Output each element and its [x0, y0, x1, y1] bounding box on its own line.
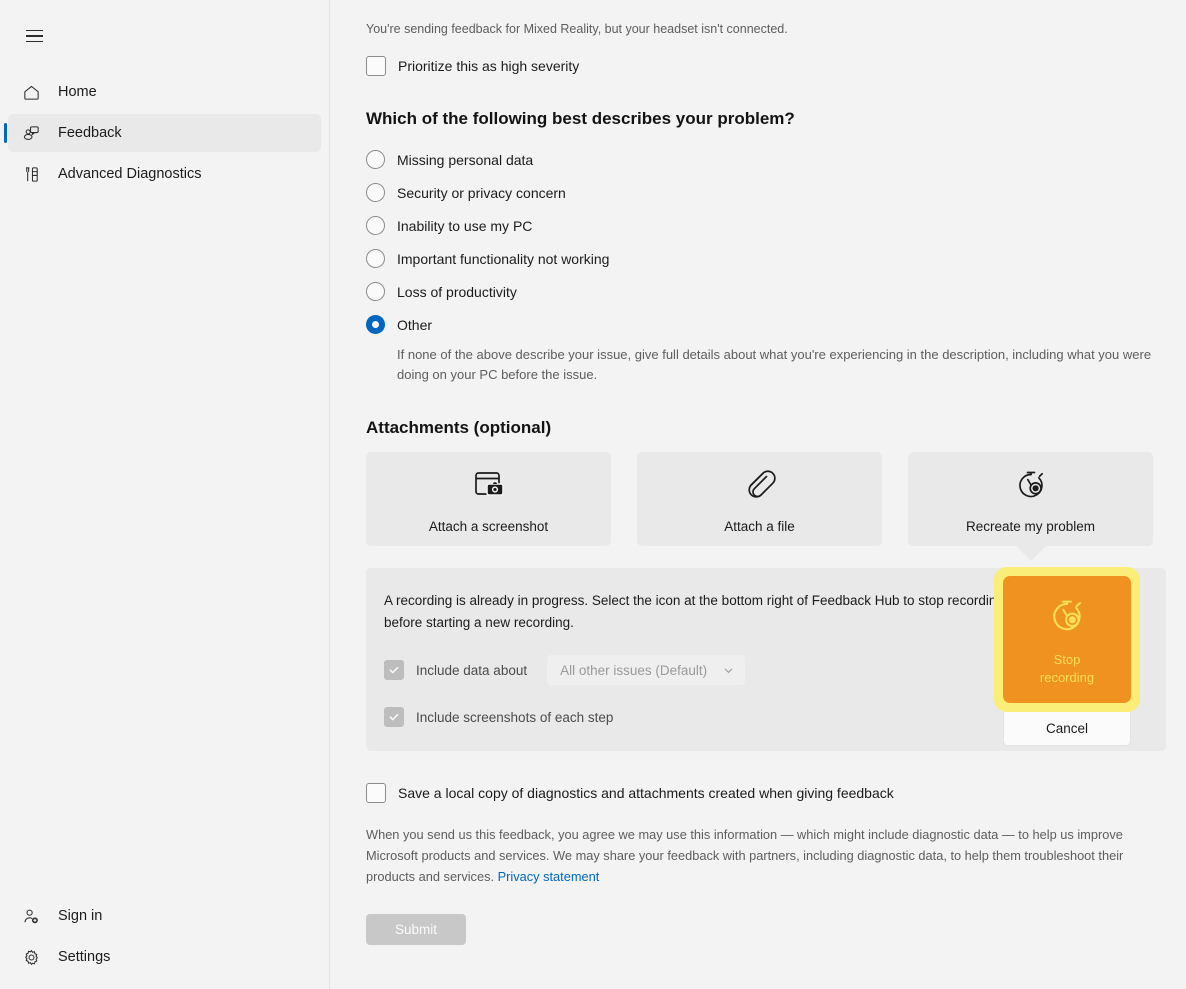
stop-recording-label: Stop recording: [1039, 651, 1095, 685]
include-data-about-dropdown[interactable]: All other issues (Default): [547, 655, 746, 686]
stopwatch-record-icon: [1044, 593, 1090, 644]
attach-file-label: Attach a file: [724, 518, 795, 534]
screenshot-camera-icon: [469, 465, 509, 510]
attachments-row: Attach a screenshot Attach a file Recrea…: [366, 452, 1186, 562]
gear-icon: [18, 948, 44, 967]
prioritize-severity-label: Prioritize this as high severity: [398, 58, 580, 74]
radio-label: Inability to use my PC: [397, 217, 533, 234]
hamburger-menu-icon[interactable]: [14, 18, 54, 54]
other-option-help-text: If none of the above describe your issue…: [397, 347, 1152, 383]
recreate-my-problem-label: Recreate my problem: [965, 518, 1096, 534]
legal-disclaimer: When you send us this feedback, you agre…: [366, 825, 1134, 887]
radio-option-functionality-not-working[interactable]: Important functionality not working: [366, 242, 1186, 275]
recording-message: A recording is already in progress. Sele…: [384, 593, 1004, 630]
cancel-button[interactable]: Cancel: [1003, 712, 1131, 746]
include-data-about-checkbox[interactable]: [384, 660, 404, 681]
radio-option-loss-of-productivity[interactable]: Loss of productivity: [366, 275, 1186, 308]
submit-button[interactable]: Submit: [366, 913, 466, 945]
cancel-label: Cancel: [1045, 721, 1089, 736]
radio-indicator[interactable]: [366, 216, 385, 235]
attach-screenshot-button[interactable]: Attach a screenshot: [366, 452, 611, 547]
radio-option-inability-to-use-pc[interactable]: Inability to use my PC: [366, 209, 1186, 242]
radio-label: Important functionality not working: [397, 250, 610, 267]
save-local-copy-checkbox[interactable]: [366, 783, 386, 804]
radio-indicator[interactable]: [366, 150, 385, 169]
include-screenshots-label: Include screenshots of each step: [416, 709, 614, 725]
diagnostics-icon: [18, 165, 44, 184]
sidebar-item-advanced-diagnostics[interactable]: Advanced Diagnostics: [8, 155, 321, 193]
legal-text: When you send us this feedback, you agre…: [366, 827, 1124, 884]
feedback-icon: [18, 124, 44, 143]
radio-label: Security or privacy concern: [397, 184, 566, 201]
sidebar-item-sign-in[interactable]: Sign in: [8, 897, 321, 935]
radio-option-security-privacy[interactable]: Security or privacy concern: [366, 176, 1186, 209]
radio-indicator[interactable]: [366, 183, 385, 202]
paperclip-icon: [740, 465, 780, 510]
sidebar-item-label: Feedback: [58, 125, 122, 141]
radio-indicator-selected[interactable]: [366, 315, 385, 334]
home-icon: [18, 83, 44, 102]
navigation-sidebar: Home Feedback Advanced Diagnostics Sign …: [0, 0, 330, 989]
sidebar-item-label: Sign in: [58, 908, 103, 924]
sidebar-item-feedback[interactable]: Feedback: [4, 114, 321, 152]
sidebar-item-label: Home: [58, 84, 97, 100]
save-local-copy-label: Save a local copy of diagnostics and att…: [398, 785, 894, 802]
sidebar-bottom-nav: Sign in Settings: [0, 894, 329, 989]
headset-notice: You're sending feedback for Mixed Realit…: [366, 22, 788, 36]
radio-label: Missing personal data: [397, 151, 534, 168]
radio-indicator[interactable]: [366, 249, 385, 268]
save-local-copy-row[interactable]: Save a local copy of diagnostics and att…: [366, 783, 1186, 804]
sidebar-item-label: Settings: [58, 949, 111, 965]
problem-section-title: Which of the following best describes yo…: [366, 109, 795, 128]
chevron-down-icon: [723, 665, 734, 676]
radio-option-other[interactable]: Other: [366, 308, 1186, 341]
sidebar-top-nav: Home Feedback Advanced Diagnostics: [0, 70, 329, 196]
attachments-section-title: Attachments (optional): [366, 418, 552, 438]
stop-recording-highlight: Stop recording: [994, 567, 1140, 712]
sidebar-item-settings[interactable]: Settings: [8, 938, 321, 976]
prioritize-severity-checkbox[interactable]: [366, 56, 386, 76]
person-add-icon: [18, 907, 44, 926]
stopwatch-record-icon: [1011, 465, 1051, 510]
prioritize-severity-row[interactable]: Prioritize this as high severity: [366, 56, 1186, 76]
recreate-my-problem-button[interactable]: Recreate my problem: [908, 452, 1153, 562]
stop-recording-flyout: Stop recording Cancel: [994, 567, 1140, 746]
include-screenshots-checkbox[interactable]: [384, 707, 404, 728]
include-data-about-label: Include data about: [416, 662, 528, 678]
dropdown-selected-value: All other issues (Default): [560, 662, 708, 678]
feedback-form-main: You're sending feedback for Mixed Realit…: [330, 0, 1186, 989]
privacy-statement-link[interactable]: Privacy statement: [498, 869, 600, 884]
radio-label: Loss of productivity: [397, 283, 517, 300]
attach-file-button[interactable]: Attach a file: [637, 452, 882, 547]
radio-indicator[interactable]: [366, 282, 385, 301]
radio-label: Other: [397, 316, 433, 333]
stop-recording-button[interactable]: Stop recording: [1003, 576, 1131, 703]
problem-radio-group: Missing personal data Security or privac…: [366, 143, 1186, 385]
feedback-hub-window: Home Feedback Advanced Diagnostics Sign …: [0, 0, 1186, 989]
radio-option-missing-personal-data[interactable]: Missing personal data: [366, 143, 1186, 176]
sidebar-item-home[interactable]: Home: [8, 73, 321, 111]
attach-screenshot-label: Attach a screenshot: [428, 518, 549, 534]
sidebar-item-label: Advanced Diagnostics: [58, 166, 202, 182]
callout-arrow: [1014, 545, 1047, 562]
